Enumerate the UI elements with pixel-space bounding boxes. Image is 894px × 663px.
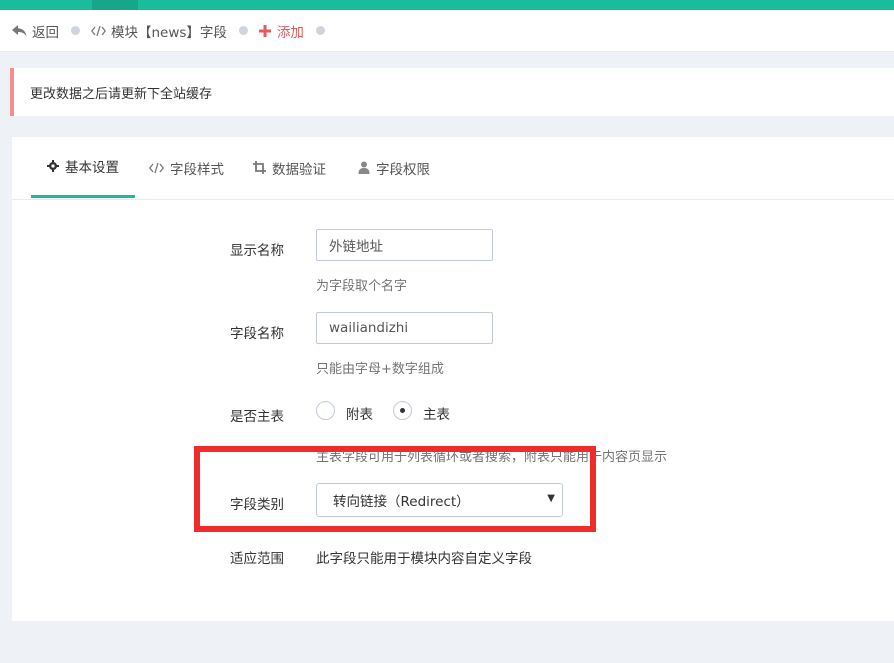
top-active-marker <box>92 0 138 10</box>
module-label: 模块【news】字段 <box>111 24 227 41</box>
tab-label: 字段样式 <box>170 161 224 178</box>
display-name-value: 外链地址 <box>329 239 383 255</box>
code-icon <box>149 162 164 173</box>
radio-attached-table[interactable] <box>316 401 335 420</box>
add-link[interactable]: 添加 <box>258 21 304 41</box>
field-name-input[interactable]: wailiandizhi <box>316 312 493 344</box>
scope-label: 适应范围 <box>230 551 284 567</box>
radio-main-table[interactable] <box>393 401 412 420</box>
radio-label-attached: 附表 <box>346 407 373 423</box>
cache-alert: 更改数据之后请更新下全站缓存 <box>10 68 894 116</box>
tab-data-validation[interactable]: 数据验证 <box>253 137 326 198</box>
breadcrumb-separator <box>71 26 80 35</box>
annotation-highlight-box <box>194 446 596 532</box>
breadcrumb-separator <box>238 26 248 35</box>
form-panel: 基本设置 字段样式 数据验证 字段权限 显示名称 外链地址 为字段取个名字 字段… <box>12 137 894 621</box>
display-name-label: 显示名称 <box>230 243 284 259</box>
reply-icon <box>12 24 27 36</box>
tab-label: 数据验证 <box>272 161 326 178</box>
scope-value: 此字段只能用于模块内容自定义字段 <box>316 551 532 567</box>
back-link[interactable]: 返回 <box>12 21 59 41</box>
breadcrumb-separator <box>315 26 325 35</box>
tab-field-style[interactable]: 字段样式 <box>149 137 224 198</box>
code-icon <box>91 25 106 36</box>
alert-message: 更改数据之后请更新下全站缓存 <box>30 86 213 102</box>
field-name-value: wailiandizhi <box>329 320 409 336</box>
tab-label: 基本设置 <box>65 160 119 176</box>
tab-bar: 基本设置 字段样式 数据验证 字段权限 <box>12 137 894 200</box>
crop-icon <box>253 161 266 174</box>
field-name-help: 只能由字母+数字组成 <box>316 362 444 377</box>
tab-label: 字段权限 <box>376 161 430 178</box>
main-table-label: 是否主表 <box>230 409 284 425</box>
plus-icon <box>258 24 271 37</box>
top-accent-bar <box>0 0 894 10</box>
add-label: 添加 <box>276 24 304 41</box>
module-link[interactable]: 模块【news】字段 <box>91 21 227 41</box>
tab-basic-settings[interactable]: 基本设置 <box>31 137 135 198</box>
user-icon <box>358 161 370 174</box>
display-name-input[interactable]: 外链地址 <box>316 229 493 261</box>
gear-icon <box>47 160 59 172</box>
breadcrumb: 返回 模块【news】字段 添加 <box>0 10 894 52</box>
tab-field-permissions[interactable]: 字段权限 <box>358 137 430 198</box>
display-name-help: 为字段取个名字 <box>316 279 408 294</box>
field-name-label: 字段名称 <box>230 326 284 342</box>
radio-label-main: 主表 <box>423 407 450 423</box>
back-label: 返回 <box>32 24 59 41</box>
